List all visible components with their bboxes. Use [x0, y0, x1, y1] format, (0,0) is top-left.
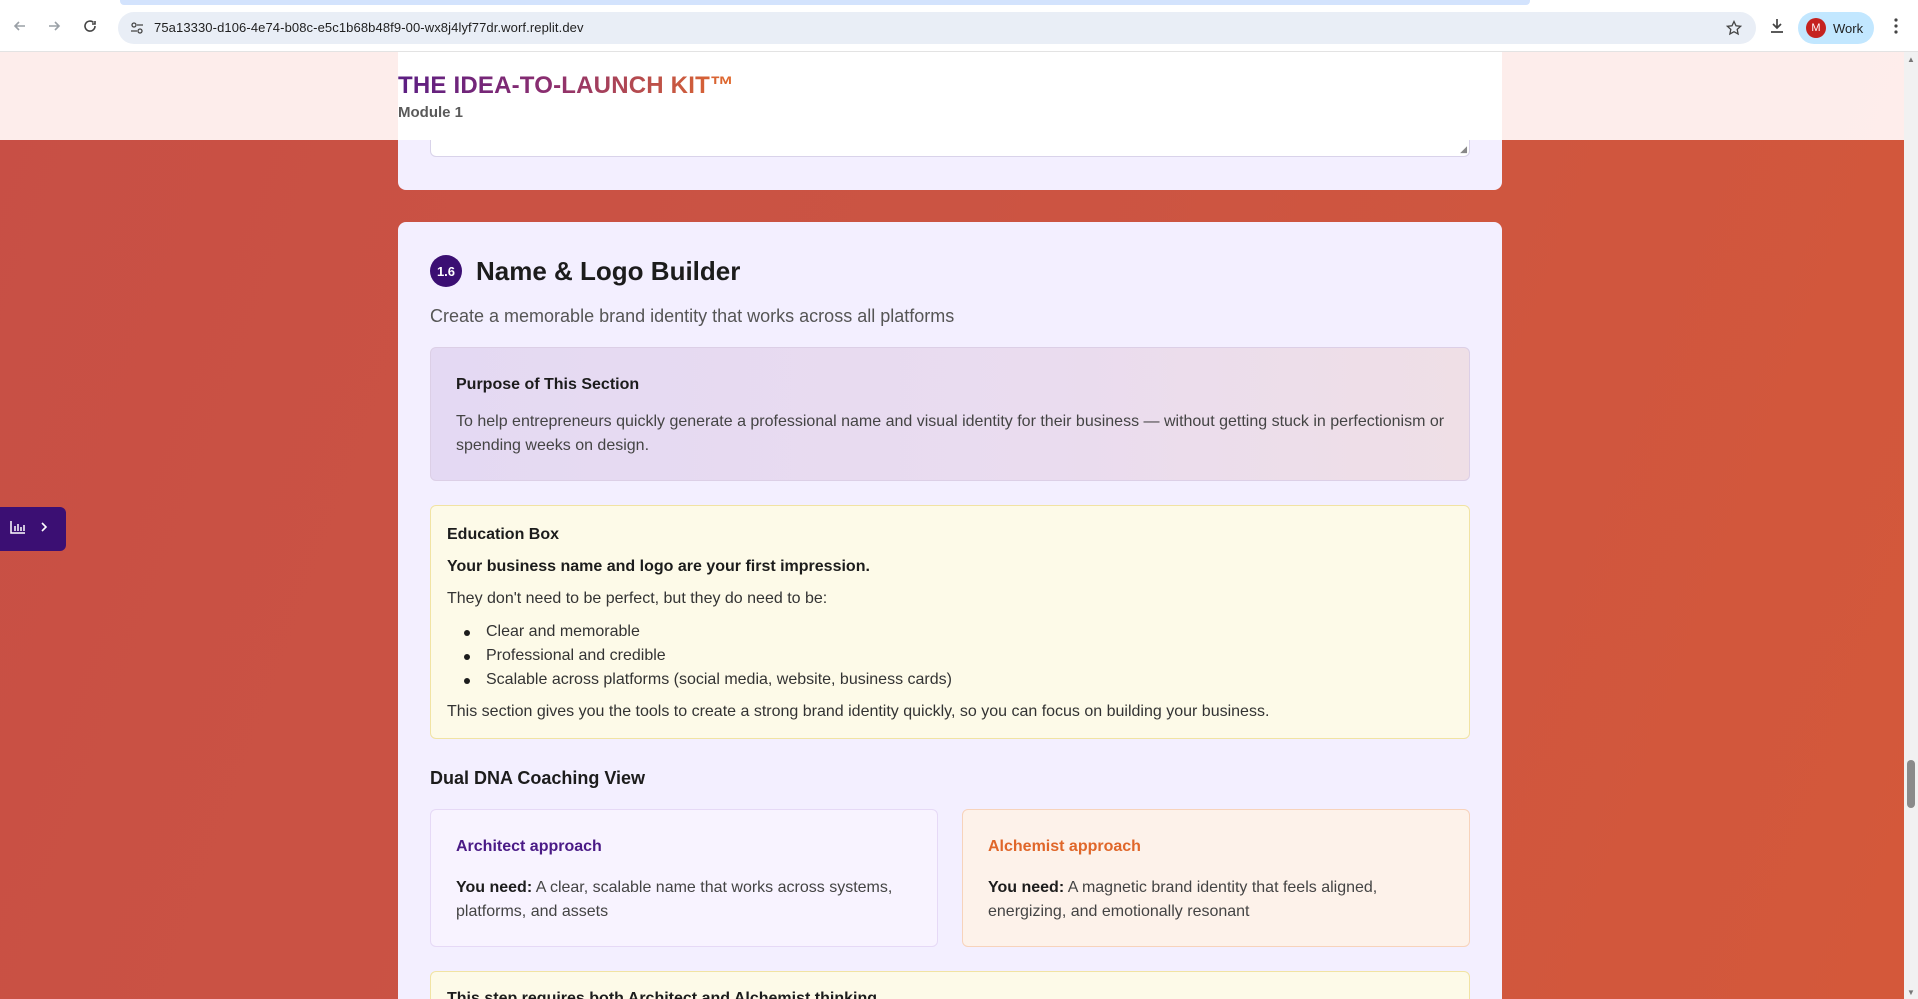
section-title: Name & Logo Builder [476, 256, 741, 286]
education-list: Clear and memorable Professional and cre… [447, 620, 952, 692]
module-label: Module 1 [398, 104, 464, 121]
bookmark-star-icon[interactable] [1724, 18, 1744, 38]
list-item-text: Clear and memorable [486, 623, 640, 640]
architect-title: Architect approach [456, 838, 602, 855]
url-text[interactable]: 75a13330-d106-4e74-b08c-e5c1b68b48f9-00-… [154, 20, 584, 35]
need-label: You need: [988, 879, 1065, 896]
scrollbar[interactable]: ▲ ▼ [1904, 52, 1918, 999]
dna-heading: Dual DNA Coaching View [430, 768, 646, 788]
bullet-icon [464, 678, 470, 684]
purpose-box: Purpose of This Section To help entrepre… [430, 347, 1470, 481]
need-label: You need: [456, 879, 533, 896]
alchemist-need: You need: A magnetic brand identity that… [988, 876, 1448, 924]
list-item-text: Scalable across platforms (social media,… [486, 671, 952, 688]
header-inner: THE IDEA-TO-LAUNCH KIT™ Module 1 [398, 52, 1502, 140]
chevron-right-icon [40, 520, 48, 538]
alchemist-title: Alchemist approach [988, 838, 1141, 855]
thinking-note: This step requires both Architect and Al… [447, 990, 882, 999]
list-item: Clear and memorable [447, 620, 952, 644]
education-heading: Education Box [447, 526, 560, 543]
back-icon[interactable] [8, 14, 32, 38]
site-info-icon[interactable] [128, 19, 146, 37]
bar-chart-icon [10, 520, 26, 539]
address-bar[interactable]: 75a13330-d106-4e74-b08c-e5c1b68b48f9-00-… [118, 12, 1756, 44]
purpose-heading: Purpose of This Section [456, 376, 640, 393]
profile-label: Work [1833, 20, 1864, 36]
brand-title[interactable]: THE IDEA-TO-LAUNCH KIT™ [398, 72, 734, 100]
list-item-text: Professional and credible [486, 647, 666, 664]
reload-icon[interactable] [78, 14, 102, 38]
page-viewport: ◢ 1.6 Name & Logo Builder Create a memor… [0, 52, 1904, 999]
section-card: 1.6 Name & Logo Builder Create a memorab… [398, 222, 1502, 999]
architect-approach-card: Architect approach You need: A clear, sc… [430, 809, 938, 947]
previous-textarea[interactable]: ◢ [430, 140, 1470, 157]
resize-handle-icon[interactable]: ◢ [1460, 144, 1467, 155]
progress-sidebar-toggle[interactable] [0, 507, 66, 551]
bullet-icon [464, 654, 470, 660]
education-outro: This section gives you the tools to crea… [447, 703, 1270, 720]
alchemist-approach-card: Alchemist approach You need: A magnetic … [962, 809, 1470, 947]
forward-icon[interactable] [42, 14, 66, 38]
scroll-up-icon[interactable]: ▲ [1907, 55, 1915, 64]
purpose-text: To help entrepreneurs quickly generate a… [456, 413, 1445, 454]
list-item: Scalable across platforms (social media,… [447, 668, 952, 692]
site-header: THE IDEA-TO-LAUNCH KIT™ Module 1 [0, 52, 1904, 140]
thinking-note-box: This step requires both Architect and Al… [430, 971, 1470, 999]
download-icon[interactable] [1765, 14, 1789, 38]
section-number-badge: 1.6 [430, 255, 462, 287]
education-intro: They don't need to be perfect, but they … [447, 590, 828, 607]
previous-section-card: ◢ [398, 140, 1502, 190]
profile-button[interactable]: M Work [1798, 12, 1874, 44]
architect-need: You need: A clear, scalable name that wo… [456, 876, 916, 924]
scrollbar-thumb[interactable] [1907, 760, 1915, 808]
education-lead: Your business name and logo are your fir… [447, 558, 870, 575]
more-options-icon[interactable] [1884, 14, 1908, 38]
scroll-down-icon[interactable]: ▼ [1907, 988, 1915, 997]
browser-toolbar: 75a13330-d106-4e74-b08c-e5c1b68b48f9-00-… [0, 0, 1918, 52]
list-item: Professional and credible [447, 644, 952, 668]
bullet-icon [464, 630, 470, 636]
section-subtitle: Create a memorable brand identity that w… [430, 306, 955, 326]
tab-strip [120, 0, 1530, 5]
avatar: M [1806, 18, 1826, 38]
education-box: Education Box Your business name and log… [430, 505, 1470, 739]
